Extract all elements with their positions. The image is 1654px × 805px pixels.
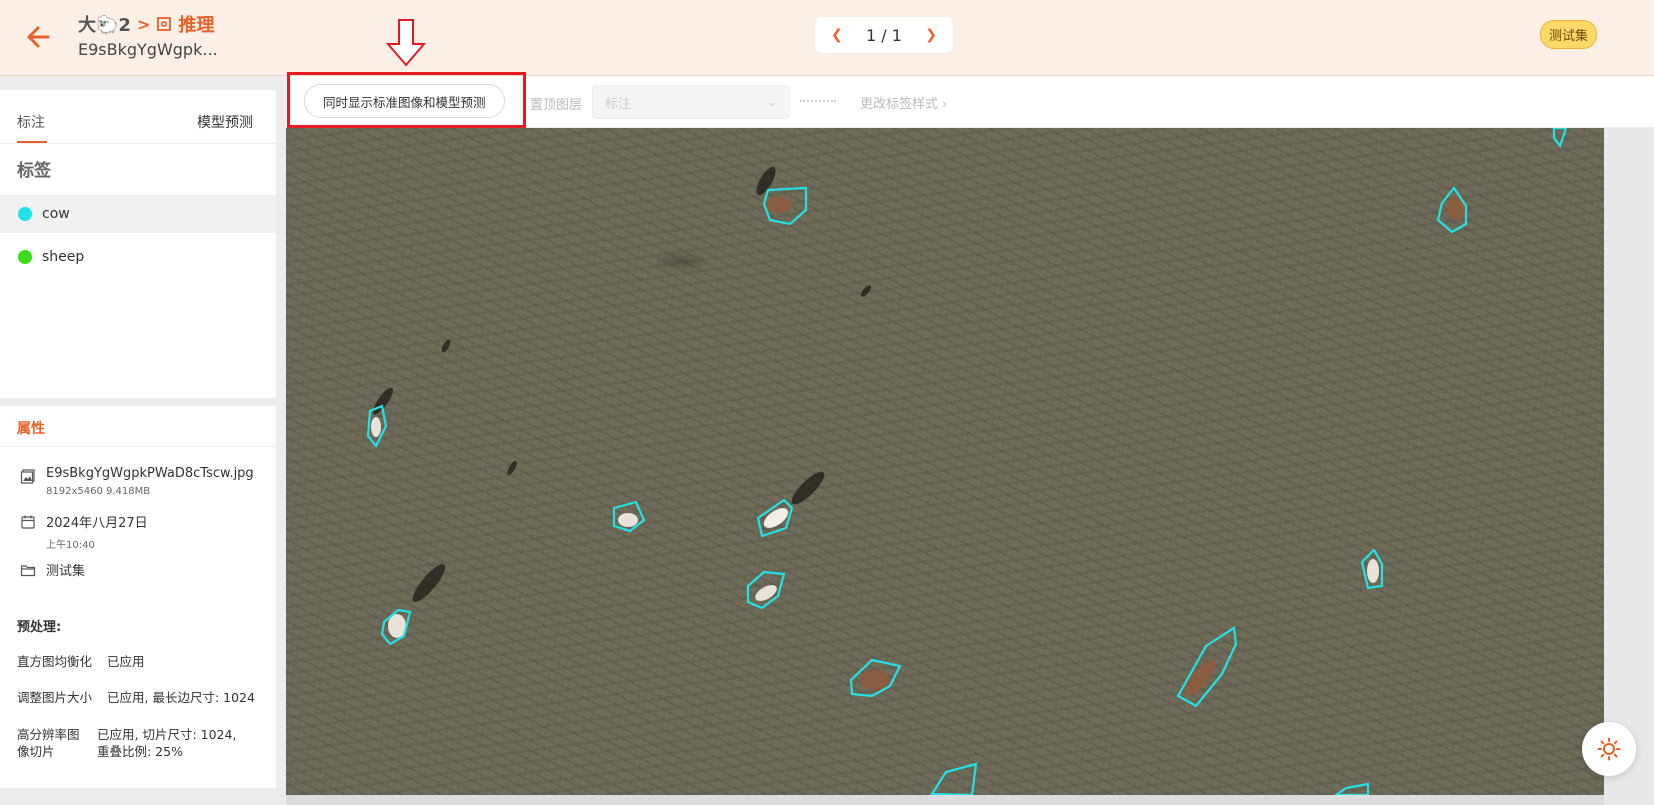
preprocessing-value: 已应用 (107, 654, 145, 669)
toolbar: 同时显示标准图像和模型预测 置顶图层 标注 ⌄ 更改标签样式 › (286, 76, 1654, 128)
divider (800, 100, 836, 102)
image-pager: ❮ 1 / 1 ❯ (815, 17, 953, 53)
preprocessing-row: 调整图片大小 已应用, 最长边尺寸: 1024 (17, 689, 255, 706)
annotation-polygons (366, 128, 1568, 795)
chevron-right-icon[interactable]: ❯ (925, 27, 937, 43)
label-item-cow[interactable]: cow (0, 195, 276, 233)
preprocessing-key: 高分辨率图像切片 (17, 727, 80, 759)
preprocessing-row: 直方图均衡化 已应用 (17, 653, 145, 670)
image-file-icon (20, 469, 35, 484)
label-color-dot (18, 250, 32, 264)
upload-time: 上午10:40 (46, 540, 95, 551)
sidebar-tabs: 标注 模型预测 (0, 100, 276, 144)
theme-toggle-button[interactable] (1582, 722, 1636, 776)
split-info: 测试集 (20, 560, 85, 579)
top-header: 大🐑2 > 推理 E9sBkgYgWgpk... ❮ 1 / 1 ❯ 测试集 (0, 0, 1654, 76)
split-badge: 测试集 (1540, 20, 1598, 49)
preprocessing-key: 直方图均衡化 (17, 654, 93, 669)
breadcrumb-separator: > (136, 14, 151, 34)
back-arrow-icon[interactable] (22, 20, 56, 54)
layer-label: 置顶图层 (530, 98, 583, 113)
breadcrumb-inference-label: 推理 (178, 15, 215, 36)
show-both-button[interactable]: 同时显示标准图像和模型预测 (304, 84, 505, 118)
label-panel: 标注 模型预测 标签 cow sheep (0, 90, 276, 398)
preprocessing-key: 调整图片大小 (17, 690, 93, 705)
attributes-panel: 属性 E9sBkgYgWgpkPWaD8cTscw.jpg 8192x5460 … (0, 406, 276, 788)
animal-bodies (371, 196, 1465, 696)
chevron-right-icon: › (942, 97, 948, 112)
breadcrumb: 大🐑2 > 推理 (78, 11, 214, 37)
tab-annotations[interactable]: 标注 (17, 112, 45, 132)
label-style-button[interactable]: 更改标签样式 › (860, 93, 947, 112)
pager-text: 1 / 1 (866, 25, 902, 45)
image-canvas[interactable] (286, 128, 1604, 795)
annotation-layer (366, 128, 1568, 795)
breadcrumb-inference[interactable]: 推理 (156, 11, 214, 37)
file-name: E9sBkgYgWgpkPWaD8cTscw.jpg (46, 466, 254, 481)
split-name: 测试集 (46, 564, 86, 579)
divider (0, 446, 276, 447)
attributes-heading: 属性 (17, 421, 45, 437)
canvas-bottom (286, 795, 1604, 805)
tab-underline (17, 141, 47, 143)
preprocessing-title: 预处理: (17, 620, 62, 635)
chevron-left-icon[interactable]: ❮ (831, 27, 843, 43)
preprocessing-row: 高分辨率图像切片 已应用, 切片尺寸: 1024, 重叠比例: 25% (17, 726, 252, 760)
chevron-down-icon: ⌄ (766, 94, 777, 110)
label-style-text: 更改标签样式 (860, 97, 939, 112)
sun-icon (1597, 737, 1621, 761)
label-item-name: cow (42, 206, 70, 222)
preprocessing-value: 已应用, 切片尺寸: 1024, 重叠比例: 25% (97, 727, 237, 759)
label-item-name: sheep (42, 249, 85, 265)
date-info: 2024年八月27日 上午10:40 (20, 512, 148, 551)
file-title: E9sBkgYgWgpk... (78, 40, 218, 59)
label-item-sheep[interactable]: sheep (0, 238, 276, 276)
down-arrow-icon (385, 19, 427, 67)
layer-select[interactable]: 标注 ⌄ (592, 85, 790, 119)
layer-select-value: 标注 (605, 96, 632, 112)
breadcrumb-dataset[interactable]: 大🐑2 (78, 11, 131, 37)
canvas-gutter (1604, 128, 1654, 805)
labels-heading: 标签 (17, 161, 51, 181)
upload-date: 2024年八月27日 (46, 516, 148, 531)
file-meta: 8192x5460 9.418MB (46, 486, 151, 497)
preprocessing-value: 已应用, 最长边尺寸: 1024 (107, 690, 255, 705)
folder-icon (20, 565, 36, 577)
label-color-dot (18, 207, 32, 221)
calendar-icon (21, 515, 35, 529)
tab-model-predictions[interactable]: 模型预测 (197, 112, 253, 132)
file-info: E9sBkgYgWgpkPWaD8cTscw.jpg 8192x5460 9.4… (20, 466, 254, 497)
inference-icon (157, 17, 172, 31)
